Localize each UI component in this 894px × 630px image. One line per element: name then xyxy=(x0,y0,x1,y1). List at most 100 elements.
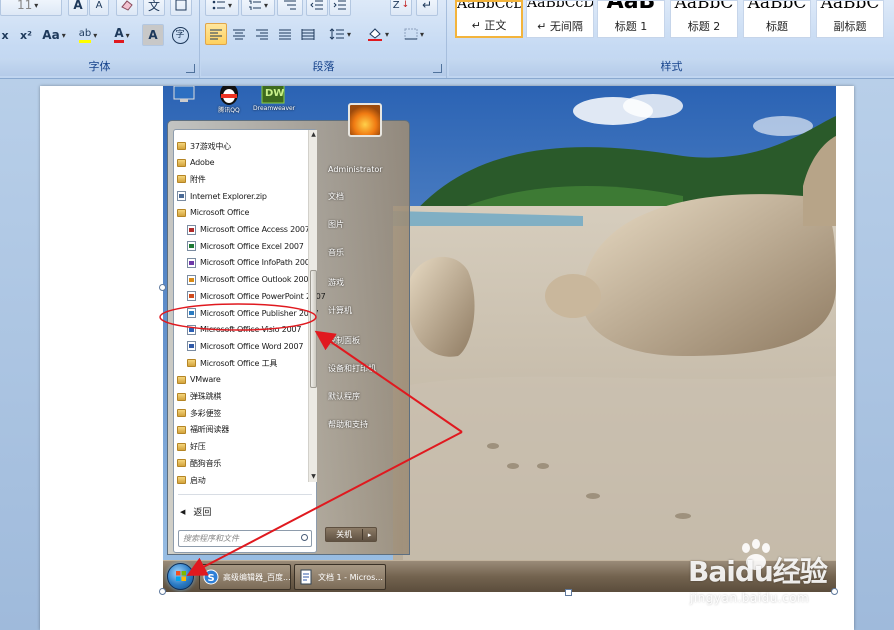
program-item[interactable]: Microsoft Office xyxy=(177,205,249,221)
char-border-button[interactable] xyxy=(170,0,192,16)
show-marks-button[interactable]: ↵ xyxy=(416,0,438,16)
program-item[interactable]: Microsoft Office Excel 2007 xyxy=(187,238,304,254)
program-item[interactable]: Microsoft Office PowerPoint 2007 xyxy=(187,288,326,304)
align-center-button[interactable] xyxy=(228,23,250,45)
justify-button[interactable] xyxy=(274,23,296,45)
font-size-box[interactable]: 11 ▾ xyxy=(0,0,62,16)
start-menu-right-item[interactable]: 游戏 xyxy=(328,277,344,288)
program-item[interactable]: Microsoft Office Word 2007 xyxy=(187,338,303,354)
program-item[interactable]: Microsoft Office 工具 xyxy=(187,355,277,371)
program-item[interactable]: 弹珠跳棋 xyxy=(177,389,221,405)
style-sample: AaBbC xyxy=(747,0,807,13)
program-item[interactable]: Microsoft Office Visio 2007 xyxy=(187,322,301,338)
program-item[interactable]: 酷狗音乐 xyxy=(177,455,221,471)
sogou-browser-icon: S xyxy=(203,569,219,585)
increase-indent-button[interactable] xyxy=(329,0,351,16)
svg-text:S: S xyxy=(208,573,215,584)
char-shade-button[interactable]: A xyxy=(142,24,164,46)
zip-icon xyxy=(177,191,186,202)
style-heading-1[interactable]: AaB 标题 1 xyxy=(597,0,665,38)
infopath-icon xyxy=(187,257,196,268)
multilevel-list-button[interactable] xyxy=(277,0,303,16)
program-item[interactable]: Internet Explorer.zip xyxy=(177,188,267,204)
line-spacing-button[interactable]: ▾ xyxy=(323,23,357,45)
shutdown-options-arrow-icon[interactable]: ▸ xyxy=(363,531,376,539)
qq-penguin-icon xyxy=(220,86,238,105)
program-item[interactable]: 福昕阅读器 xyxy=(177,422,229,438)
program-item[interactable]: 37游戏中心 xyxy=(177,138,231,154)
desktop-icon-qq[interactable]: 腾讯QQ xyxy=(215,86,243,114)
start-menu-right-item[interactable]: 计算机 xyxy=(328,305,352,316)
numbering-button[interactable]: ▾ xyxy=(241,0,275,16)
grow-font-button[interactable]: A xyxy=(68,0,88,16)
subscript-button[interactable]: x xyxy=(0,24,14,46)
program-item[interactable]: 好压 xyxy=(177,439,206,455)
resize-handle-bottom-right[interactable] xyxy=(831,588,838,595)
program-label: Microsoft Office PowerPoint 2007 xyxy=(200,291,326,301)
style-no-spacing[interactable]: AaBbCcD ↵ 无间隔 xyxy=(526,0,594,38)
style-heading-2[interactable]: AaBbC 标题 2 xyxy=(670,0,738,38)
paragraph-dialog-launcher-icon[interactable] xyxy=(433,64,442,73)
font-size-value: 11 xyxy=(17,0,33,12)
program-item[interactable]: Microsoft Office Outlook 2007 xyxy=(187,272,313,288)
sort-button[interactable]: Z ↓ xyxy=(390,0,412,16)
resize-handle-bottom[interactable] xyxy=(565,589,572,596)
paragraph-group: ▾ ▾ Z ↓ ↵ ▾ ▾ ▾ 段落 xyxy=(201,0,447,78)
scroll-up-icon[interactable]: ▲ xyxy=(309,130,318,139)
resize-handle-left[interactable] xyxy=(159,284,166,291)
style-subtitle[interactable]: AaBbC 副标题 xyxy=(816,0,884,38)
style-normal[interactable]: AaBbCcD ↵ 正文 xyxy=(455,0,523,38)
program-list-scrollbar[interactable]: ▲ ▼ xyxy=(308,130,317,482)
desktop-icon-dreamweaver[interactable]: DW Dreamweaver xyxy=(253,86,295,112)
back-arrow-icon: ◀ xyxy=(180,507,186,516)
start-menu-right-item[interactable]: 控制面板 xyxy=(328,335,360,346)
program-item[interactable]: Adobe xyxy=(177,155,215,171)
enclose-char-button[interactable]: 字 xyxy=(168,24,192,46)
start-button[interactable] xyxy=(167,563,194,590)
shutdown-button[interactable]: 关机 ▸ xyxy=(325,527,377,542)
align-right-button[interactable] xyxy=(251,23,273,45)
user-avatar[interactable] xyxy=(348,103,382,137)
font-color-button[interactable]: A ▾ xyxy=(106,24,138,46)
border-button[interactable]: ▾ xyxy=(397,23,431,45)
superscript-button[interactable]: x² xyxy=(16,24,36,46)
distributed-button[interactable] xyxy=(297,23,319,45)
program-item[interactable]: Microsoft Office Publisher 2007 xyxy=(187,305,319,321)
taskbar-item-browser[interactable]: S 高级编辑器_百度... xyxy=(199,564,291,590)
start-search-input[interactable]: 搜索程序和文件 xyxy=(178,530,312,547)
program-item[interactable]: VMware xyxy=(177,372,221,388)
bullets-button[interactable]: ▾ xyxy=(205,0,239,16)
clear-format-button[interactable] xyxy=(116,0,138,16)
start-menu-right-item[interactable]: 设备和打印机 xyxy=(328,363,376,374)
start-menu-right-item[interactable]: 图片 xyxy=(328,219,344,230)
program-label: Microsoft Office Access 2007 xyxy=(200,225,310,234)
back-button[interactable]: ◀ 返回 xyxy=(180,505,211,519)
program-item[interactable]: Microsoft Office InfoPath 2007 xyxy=(187,255,315,271)
start-menu-right-item[interactable]: 文档 xyxy=(328,191,344,202)
align-left-button[interactable] xyxy=(205,23,227,45)
start-menu-right-item[interactable]: 默认程序 xyxy=(328,391,360,402)
font-dialog-launcher-icon[interactable] xyxy=(186,64,195,73)
taskbar-item-word[interactable]: 文档 1 - Micros... xyxy=(294,564,386,590)
resize-handle-bottom-left[interactable] xyxy=(159,588,166,595)
desktop-icon-computer[interactable] xyxy=(171,86,199,110)
scroll-down-icon[interactable]: ▼ xyxy=(309,472,318,481)
start-menu-right-item[interactable]: 音乐 xyxy=(328,247,344,258)
start-menu-right-item[interactable]: 帮助和支持 xyxy=(328,419,368,430)
program-item[interactable]: 多彩便签 xyxy=(177,405,221,421)
change-case-button[interactable]: Aa ▾ xyxy=(40,24,68,46)
program-item[interactable]: 启动 xyxy=(177,472,206,488)
program-item[interactable]: Microsoft Office Access 2007 xyxy=(187,222,310,238)
decrease-indent-button[interactable] xyxy=(306,0,328,16)
char-shading-button[interactable]: 文 xyxy=(143,0,165,16)
highlight-button[interactable]: ab ▾ xyxy=(72,24,104,46)
start-menu-right-item[interactable]: Administrator xyxy=(328,165,383,174)
style-title[interactable]: AaBbC 标题 xyxy=(743,0,811,38)
program-label: Microsoft Office Publisher 2007 xyxy=(200,308,319,318)
folder-icon xyxy=(177,208,186,217)
shrink-font-button[interactable]: A xyxy=(89,0,109,16)
scrollbar-thumb[interactable] xyxy=(310,270,317,388)
inserted-screenshot-image[interactable]: 腾讯QQ DW Dreamweaver 37游戏中心 Adobe 附件 Interne… xyxy=(163,86,836,592)
program-item[interactable]: 附件 xyxy=(177,171,206,187)
shading-button[interactable]: ▾ xyxy=(361,23,395,45)
